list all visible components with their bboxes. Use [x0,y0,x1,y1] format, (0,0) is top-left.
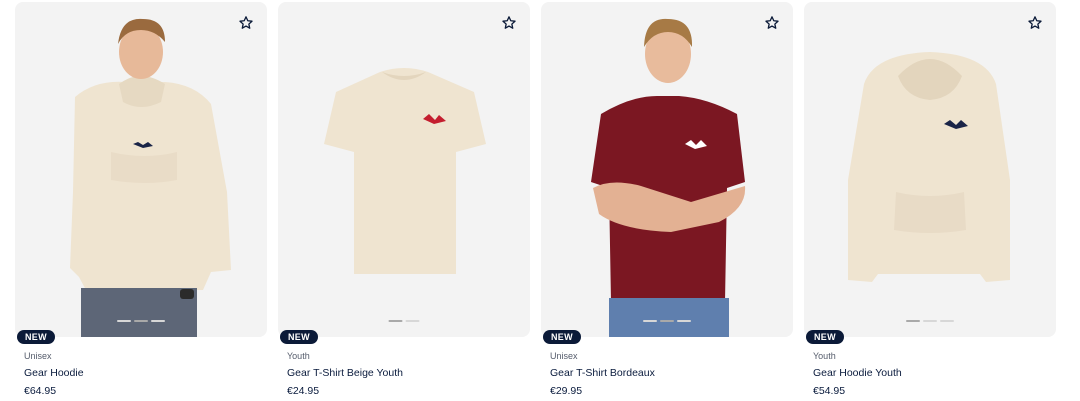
star-outline-icon [502,16,516,29]
image-carousel-indicator[interactable] [117,320,165,322]
carousel-dot[interactable] [906,320,920,322]
carousel-dot[interactable] [677,320,691,322]
product-price: €29.95 [550,385,583,397]
carousel-dot[interactable] [405,320,420,322]
product-card[interactable]: NEW Youth Gear T-Shirt Beige Youth €24.9… [278,0,530,401]
image-carousel-indicator[interactable] [643,320,691,322]
new-badge: NEW [543,330,581,344]
new-badge: NEW [280,330,318,344]
product-name[interactable]: Gear Hoodie Youth [813,367,902,379]
star-outline-icon [239,16,253,29]
product-card[interactable]: NEW Youth Gear Hoodie Youth €54.95 [804,0,1056,401]
product-name[interactable]: Gear T-Shirt Bordeaux [550,367,655,379]
star-outline-icon [765,16,779,29]
product-price: €54.95 [813,385,846,397]
product-category: Youth [287,351,310,361]
product-name[interactable]: Gear T-Shirt Beige Youth [287,367,403,379]
beige-tshirt-image [324,68,486,274]
favorite-button[interactable] [761,12,783,34]
product-price: €24.95 [287,385,320,397]
image-carousel-indicator[interactable] [388,320,420,322]
carousel-dot[interactable] [151,320,165,322]
favorite-button[interactable] [1024,12,1046,34]
carousel-dot[interactable] [643,320,657,322]
product-card[interactable]: NEW Unisex Gear T-Shirt Bordeaux €29.95 [541,0,793,401]
new-badge: NEW [806,330,844,344]
new-badge: NEW [17,330,55,344]
carousel-dot[interactable] [388,320,403,322]
beige-youth-hoodie-image [848,52,1010,282]
product-category: Unisex [550,351,578,361]
carousel-dot[interactable] [660,320,674,322]
product-image[interactable] [278,2,530,337]
star-outline-icon [1028,16,1042,29]
product-image[interactable] [804,2,1056,337]
product-category: Unisex [24,351,52,361]
carousel-dot[interactable] [117,320,131,322]
carousel-dot[interactable] [134,320,148,322]
product-card[interactable]: NEW Unisex Gear Hoodie €64.95 [15,0,267,401]
product-price: €64.95 [24,385,57,397]
carousel-dot[interactable] [923,320,937,322]
product-category: Youth [813,351,836,361]
product-image[interactable] [541,2,793,337]
product-image[interactable] [15,2,267,337]
favorite-button[interactable] [235,12,257,34]
man-in-bordeaux-tshirt-image [591,18,746,337]
carousel-dot[interactable] [940,320,954,322]
product-name[interactable]: Gear Hoodie [24,367,84,379]
man-in-hoodie-image [70,18,231,337]
image-carousel-indicator[interactable] [906,320,954,322]
favorite-button[interactable] [498,12,520,34]
